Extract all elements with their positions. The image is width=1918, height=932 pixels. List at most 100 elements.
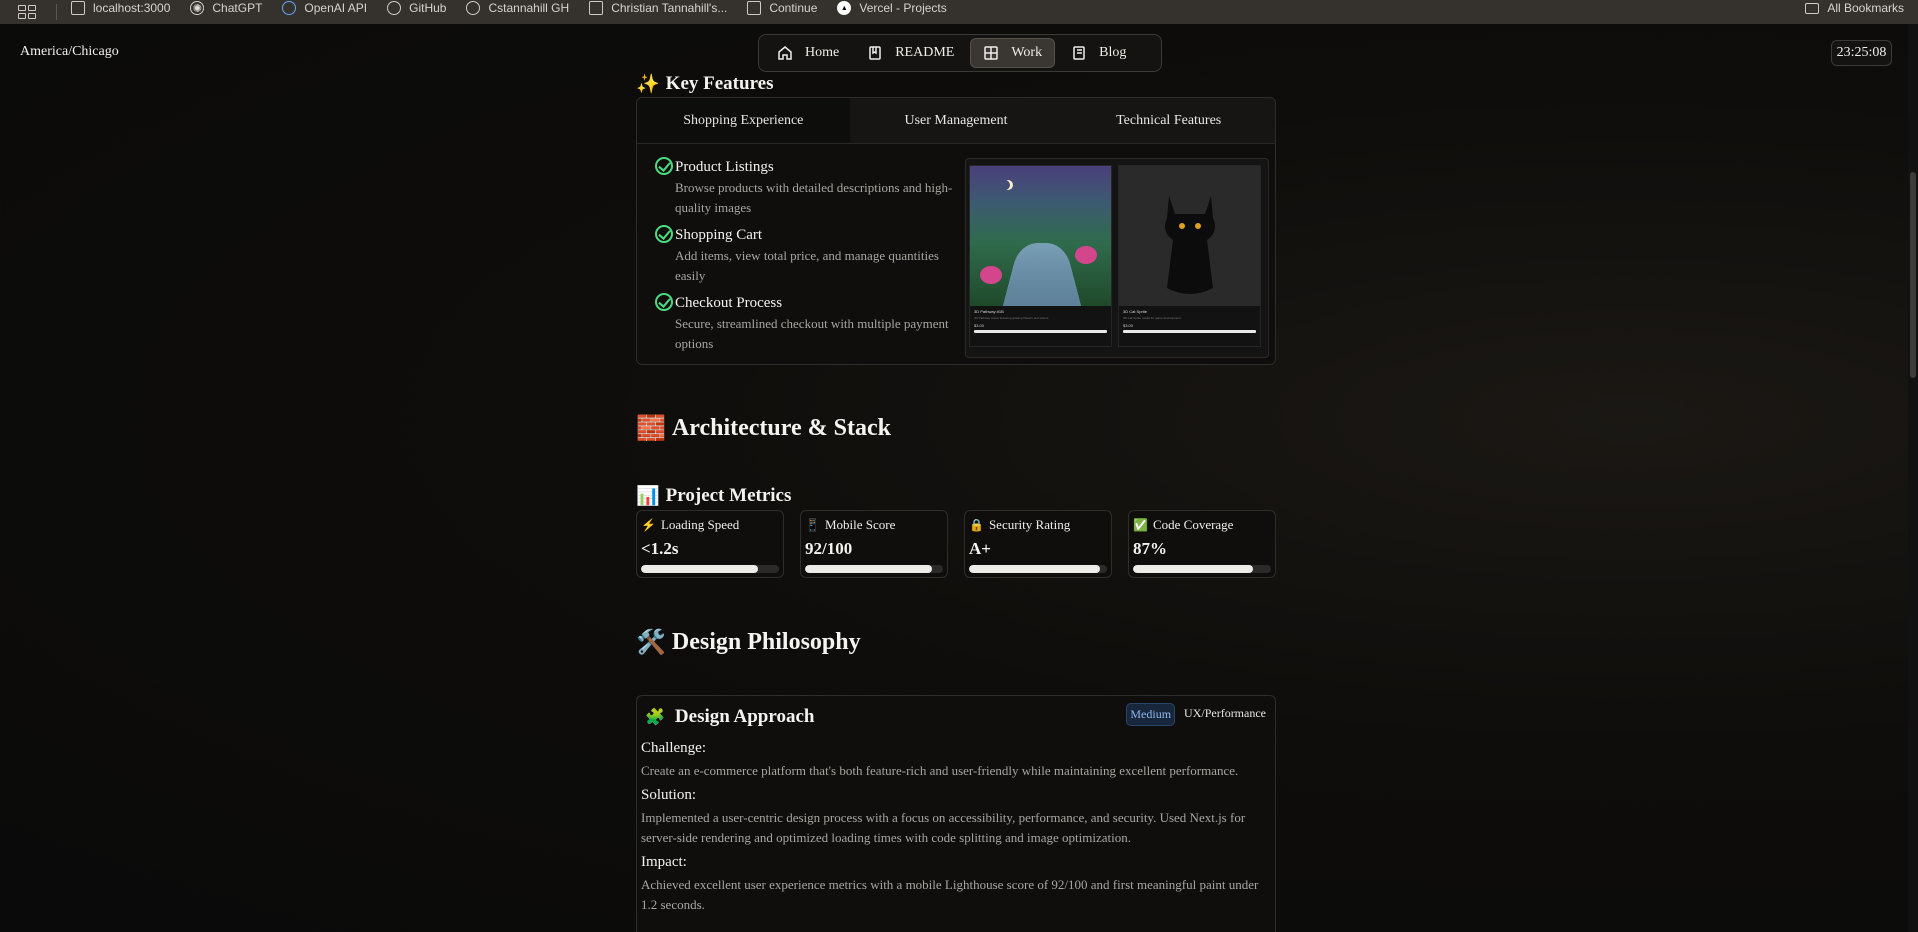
challenge-text: Create an e-commerce platform that's bot… <box>641 763 1239 778</box>
list-item: Checkout Process Secure, streamlined che… <box>655 293 955 354</box>
metric-card: 🔒 Security Rating A+ <box>964 510 1112 578</box>
home-icon <box>777 45 793 61</box>
bookmark-openai-api[interactable]: OpenAI API <box>282 1 367 15</box>
badge-group: Medium UX/Performance <box>1126 703 1269 726</box>
bookmark-label: Vercel - Projects <box>859 1 947 15</box>
feature-list: Product Listings Browse products with de… <box>655 157 955 362</box>
progress-fill <box>641 565 759 573</box>
feature-desc: Add items, view total price, and manage … <box>675 248 939 283</box>
bookmark-label: ChatGPT <box>212 1 263 15</box>
nav-label: Home <box>805 45 840 60</box>
check-circle-icon <box>655 225 673 243</box>
preview-price: $3.00 <box>974 323 985 328</box>
nav-work[interactable]: Work <box>970 38 1056 68</box>
main-nav: Home README Work Blog <box>758 34 1162 72</box>
solution-heading: Solution: <box>641 787 697 803</box>
preview-product-card: 3D Cat Sprite 3D Cat Sprite model for ga… <box>1118 165 1261 347</box>
nav-label: README <box>895 45 955 60</box>
checkmark-icon: ✅ <box>1133 517 1148 532</box>
metric-card: ⚡ Loading Speed <1.2s <box>636 510 784 578</box>
vercel-icon: ▲ <box>837 1 852 15</box>
preview-desc: 3D Pathway scene featuring glowing flowe… <box>974 316 1049 320</box>
nav-label: Work <box>1011 45 1043 60</box>
tab-user-management[interactable]: User Management <box>850 98 1063 143</box>
scrollbar-thumb[interactable] <box>1910 172 1916 378</box>
metric-progress <box>641 565 779 573</box>
progress-fill <box>1133 565 1254 573</box>
feature-tabs: Shopping Experience User Management Tech… <box>637 98 1275 144</box>
page-icon <box>589 1 604 15</box>
design-philosophy-heading: 🛠️ Design Philosophy <box>636 628 1276 657</box>
page-icon <box>71 1 85 15</box>
pathway-image <box>970 166 1111 306</box>
nav-blog[interactable]: Blog <box>1059 38 1138 68</box>
sparkles-icon: ✨ <box>636 74 660 95</box>
card-title: Design Approach <box>674 706 815 727</box>
solution-text: Implemented a user-centric design proces… <box>641 810 1246 845</box>
metric-card: ✅ Code Coverage 87% <box>1128 510 1276 578</box>
bookmarks-divider <box>56 4 57 20</box>
difficulty-badge: Medium <box>1126 703 1176 726</box>
apps-grid-icon[interactable] <box>18 5 36 19</box>
bookmark-localhost[interactable]: localhost:3000 <box>71 1 170 15</box>
metric-progress <box>1133 565 1271 573</box>
nav-home[interactable]: Home <box>765 38 851 68</box>
key-features-heading: ✨ Key Features <box>636 72 1276 96</box>
grid-icon <box>983 45 999 61</box>
bookmark-label: localhost:3000 <box>93 1 171 15</box>
tools-icon: 🛠️ <box>636 630 666 656</box>
preview-product-card: 3D Pathway #1B 3D Pathway scene featurin… <box>969 165 1112 347</box>
path-shape <box>997 243 1087 306</box>
bookmark-continue[interactable]: Continue <box>747 1 817 15</box>
bookmark-label: GitHub <box>409 1 447 15</box>
check-circle-icon <box>655 293 673 311</box>
all-bookmarks-button[interactable]: All Bookmarks <box>1805 0 1904 20</box>
impact-text: Achieved excellent user experience metri… <box>641 877 1259 912</box>
feature-title: Checkout Process <box>675 295 783 311</box>
moon-icon <box>1000 180 1010 190</box>
metric-value: 87% <box>1133 539 1167 558</box>
metric-label: Mobile Score <box>824 517 896 532</box>
preview-button <box>1123 330 1256 333</box>
bookmark-chatgpt[interactable]: ✺ ChatGPT <box>190 1 262 15</box>
page-scrollbar[interactable] <box>1908 24 1918 932</box>
feature-title: Product Listings <box>675 159 774 175</box>
metric-label: Security Rating <box>988 517 1071 532</box>
preview-desc: 3D Cat Sprite model for game development <box>1123 316 1181 320</box>
tab-technical-features[interactable]: Technical Features <box>1062 98 1275 143</box>
puzzle-icon: 🧩 <box>645 709 665 726</box>
category-badge: UX/Performance <box>1184 706 1266 720</box>
nav-readme[interactable]: README <box>855 38 966 68</box>
bookmark-christian[interactable]: Christian Tannahill's... <box>589 1 727 15</box>
github-icon <box>387 1 402 15</box>
metric-value: 92/100 <box>805 539 853 558</box>
clock-display: 23:25:08 <box>1831 40 1892 66</box>
bookmark-github[interactable]: GitHub <box>387 1 446 15</box>
metric-progress <box>805 565 943 573</box>
architecture-heading: 🧱 Architecture & Stack <box>636 414 1276 443</box>
book-icon <box>867 45 883 61</box>
openai-api-icon <box>282 1 297 15</box>
bookmark-label: Cstannahill GH <box>488 1 570 15</box>
metric-label: Loading Speed <box>660 517 740 532</box>
check-circle-icon <box>655 157 673 175</box>
cat-icon <box>1165 196 1215 294</box>
folder-icon <box>1805 2 1820 14</box>
bookmark-label: Christian Tannahill's... <box>611 1 728 15</box>
bookmark-vercel[interactable]: ▲ Vercel - Projects <box>837 1 947 15</box>
feature-desc: Browse products with detailed descriptio… <box>675 180 953 215</box>
flower-shape <box>1075 246 1097 264</box>
feature-title: Shopping Cart <box>675 227 763 243</box>
continue-icon <box>747 1 762 15</box>
bookmark-cstannahill-gh[interactable]: Cstannahill GH <box>466 1 569 15</box>
section-title: Design Philosophy <box>671 629 861 655</box>
metric-label: Code Coverage <box>1152 517 1234 532</box>
github-icon <box>466 1 481 15</box>
list-item: Product Listings Browse products with de… <box>655 157 955 218</box>
preview-meta: 3D Cat Sprite 3D Cat Sprite model for ga… <box>1119 306 1260 336</box>
tab-shopping-experience[interactable]: Shopping Experience <box>637 98 850 143</box>
section-title: Architecture & Stack <box>671 415 891 441</box>
preview-meta: 3D Pathway #1B 3D Pathway scene featurin… <box>970 306 1111 336</box>
bookmark-label: OpenAI API <box>304 1 368 15</box>
notebook-icon <box>1071 45 1087 61</box>
